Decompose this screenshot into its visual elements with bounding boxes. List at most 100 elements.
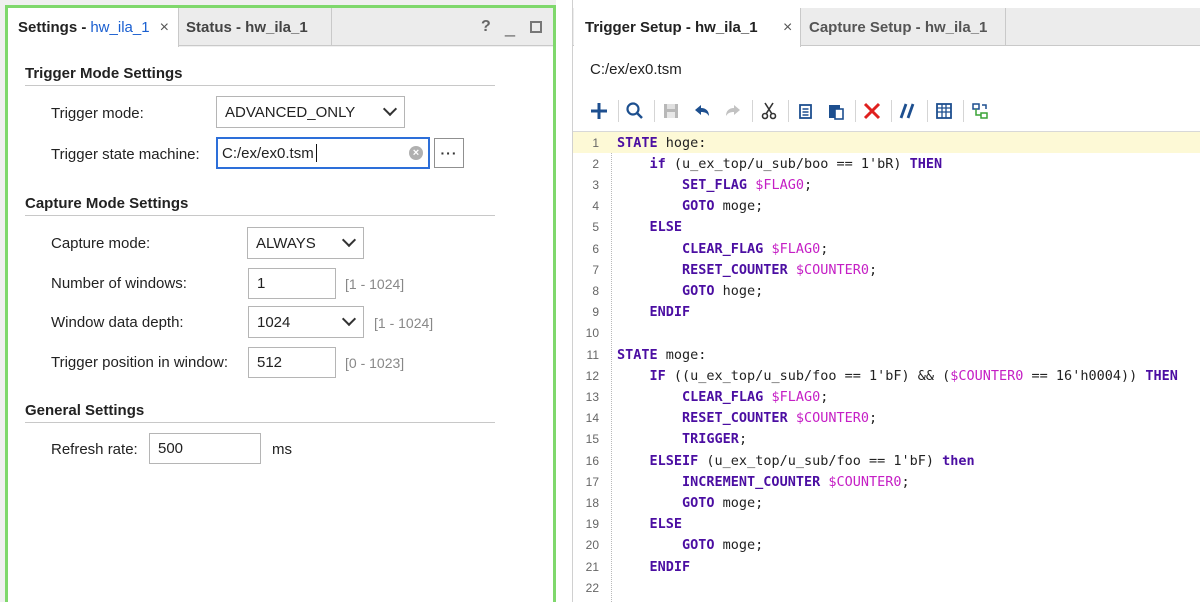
variable-token: $COUNTER0 bbox=[795, 261, 869, 278]
line-code: STATE hoge: bbox=[605, 135, 706, 151]
text-token: ; bbox=[901, 473, 910, 490]
line-number: 5 bbox=[592, 220, 599, 235]
keyword-token: INCREMENT_COUNTER bbox=[682, 473, 821, 490]
line-number: 8 bbox=[592, 283, 599, 298]
focus-frame bbox=[5, 5, 556, 602]
keyword-token: STATE bbox=[617, 346, 658, 363]
line-code: CLEAR_FLAG $FLAG0; bbox=[605, 241, 828, 257]
code-editor[interactable]: 1 STATE hoge: 2 if (u_ex_top/u_sub/boo == … bbox=[573, 132, 1200, 602]
code-line[interactable]: 11 STATE moge: bbox=[573, 344, 1200, 365]
undo-icon[interactable] bbox=[688, 97, 716, 125]
line-number: 7 bbox=[592, 262, 599, 277]
keyword-token: CLEAR_FLAG bbox=[682, 240, 764, 257]
save-icon[interactable] bbox=[657, 97, 685, 125]
text-token: hoge; bbox=[714, 282, 764, 299]
line-code: if (u_ex_top/u_sub/boo == 1'bR) THEN bbox=[605, 155, 943, 172]
code-line[interactable]: 6 CLEAR_FLAG $FLAG0; bbox=[573, 238, 1200, 259]
text-token: ; bbox=[820, 240, 829, 257]
variable-token: $FLAG0 bbox=[771, 240, 821, 257]
code-line[interactable]: 13 CLEAR_FLAG $FLAG0; bbox=[573, 386, 1200, 407]
line-code: GOTO hoge; bbox=[605, 283, 763, 299]
keyword-token: GOTO bbox=[682, 494, 715, 511]
copy-icon[interactable] bbox=[791, 97, 819, 125]
add-icon[interactable] bbox=[585, 97, 613, 125]
line-code: ENDIF bbox=[605, 558, 691, 575]
code-line[interactable]: 17 INCREMENT_COUNTER $COUNTER0; bbox=[573, 471, 1200, 492]
code-line[interactable]: 18 GOTO moge; bbox=[573, 492, 1200, 513]
code-line[interactable]: 4 GOTO moge; bbox=[573, 196, 1200, 217]
code-line[interactable]: 20 GOTO moge; bbox=[573, 535, 1200, 556]
close-icon[interactable]: × bbox=[783, 19, 792, 37]
toolbar-separator bbox=[927, 100, 928, 122]
text-token: == 16'h0004)) bbox=[1023, 367, 1146, 384]
text-token: ; bbox=[803, 176, 813, 193]
line-code: GOTO moge; bbox=[605, 198, 763, 214]
keyword-token: SET_FLAG bbox=[682, 176, 748, 193]
variable-token: $FLAG0 bbox=[755, 176, 804, 193]
redo-icon[interactable] bbox=[719, 97, 747, 125]
search-icon[interactable] bbox=[621, 97, 649, 125]
line-number: 4 bbox=[592, 199, 599, 214]
keyword-token: ENDIF bbox=[649, 558, 691, 575]
line-number: 9 bbox=[592, 305, 599, 320]
keyword-token: if bbox=[649, 155, 666, 172]
text-token: ; bbox=[869, 410, 878, 427]
code-line[interactable]: 2 if (u_ex_top/u_sub/boo == 1'bR) THEN bbox=[573, 153, 1200, 174]
trigger-setup-tab-bar: Trigger Setup - hw_ila_1 × Capture Setup… bbox=[573, 8, 1200, 47]
text-token: (u_ex_top/u_sub/boo == 1'bR) bbox=[665, 155, 910, 172]
keyword-token: RESET_COUNTER bbox=[682, 261, 788, 278]
line-code: GOTO moge; bbox=[605, 495, 763, 511]
delete-icon[interactable] bbox=[858, 97, 886, 125]
cut-icon[interactable] bbox=[755, 97, 783, 125]
code-line[interactable]: 5 ELSE bbox=[573, 217, 1200, 238]
code-line[interactable]: 9 ENDIF bbox=[573, 302, 1200, 323]
comment-icon[interactable] bbox=[894, 97, 922, 125]
toolbar-separator bbox=[618, 100, 619, 122]
code-line[interactable]: 22 bbox=[573, 577, 1200, 598]
line-number: 16 bbox=[585, 453, 599, 468]
code-line[interactable]: 10 bbox=[573, 323, 1200, 344]
line-number: 11 bbox=[586, 347, 599, 362]
keyword-token: TRIGGER bbox=[682, 431, 739, 448]
code-line[interactable]: 7 RESET_COUNTER $COUNTER0; bbox=[573, 259, 1200, 280]
line-number: 10 bbox=[585, 326, 599, 341]
line-code: CLEAR_FLAG $FLAG0; bbox=[605, 389, 828, 405]
keyword-token: then bbox=[942, 452, 975, 469]
line-code: STATE moge: bbox=[605, 347, 706, 363]
keyword-token: ELSE bbox=[649, 219, 683, 236]
settings-icon[interactable] bbox=[966, 97, 994, 125]
tab-trigger-setup-label: Trigger Setup - hw_ila_1 bbox=[585, 19, 758, 36]
toolbar-separator bbox=[963, 100, 964, 122]
code-line[interactable]: 15 TRIGGER; bbox=[573, 429, 1200, 450]
code-line[interactable]: 8 GOTO hoge; bbox=[573, 280, 1200, 301]
line-number: 22 bbox=[585, 580, 599, 595]
code-line[interactable]: 14 RESET_COUNTER $COUNTER0; bbox=[573, 408, 1200, 429]
tab-trigger-setup[interactable]: Trigger Setup - hw_ila_1 × bbox=[574, 8, 801, 47]
tab-capture-setup[interactable]: Capture Setup - hw_ila_1 bbox=[802, 8, 1006, 46]
paste-icon[interactable] bbox=[822, 97, 850, 125]
line-number: 14 bbox=[585, 411, 599, 426]
columns-icon[interactable] bbox=[930, 97, 958, 125]
line-code: ENDIF bbox=[605, 304, 691, 320]
code-line[interactable]: 19 ELSE bbox=[573, 514, 1200, 535]
code-line[interactable]: 1 STATE hoge: bbox=[573, 132, 1200, 154]
code-line[interactable]: 12 IF ((u_ex_top/u_sub/foo == 1'bF) && (… bbox=[573, 365, 1200, 386]
code-line[interactable]: 16 ELSEIF (u_ex_top/u_sub/foo == 1'bF) t… bbox=[573, 450, 1200, 471]
code-line[interactable]: 3 SET_FLAG $FLAG0; bbox=[573, 174, 1200, 195]
editor-toolbar bbox=[585, 95, 997, 127]
line-code: IF ((u_ex_top/u_sub/foo == 1'bF) && ($CO… bbox=[605, 368, 1178, 384]
code-line[interactable]: 21 ENDIF bbox=[573, 556, 1200, 577]
keyword-token: ELSEIF bbox=[649, 452, 699, 469]
line-number: 17 bbox=[585, 474, 599, 489]
line-code: RESET_COUNTER $COUNTER0; bbox=[605, 410, 877, 426]
